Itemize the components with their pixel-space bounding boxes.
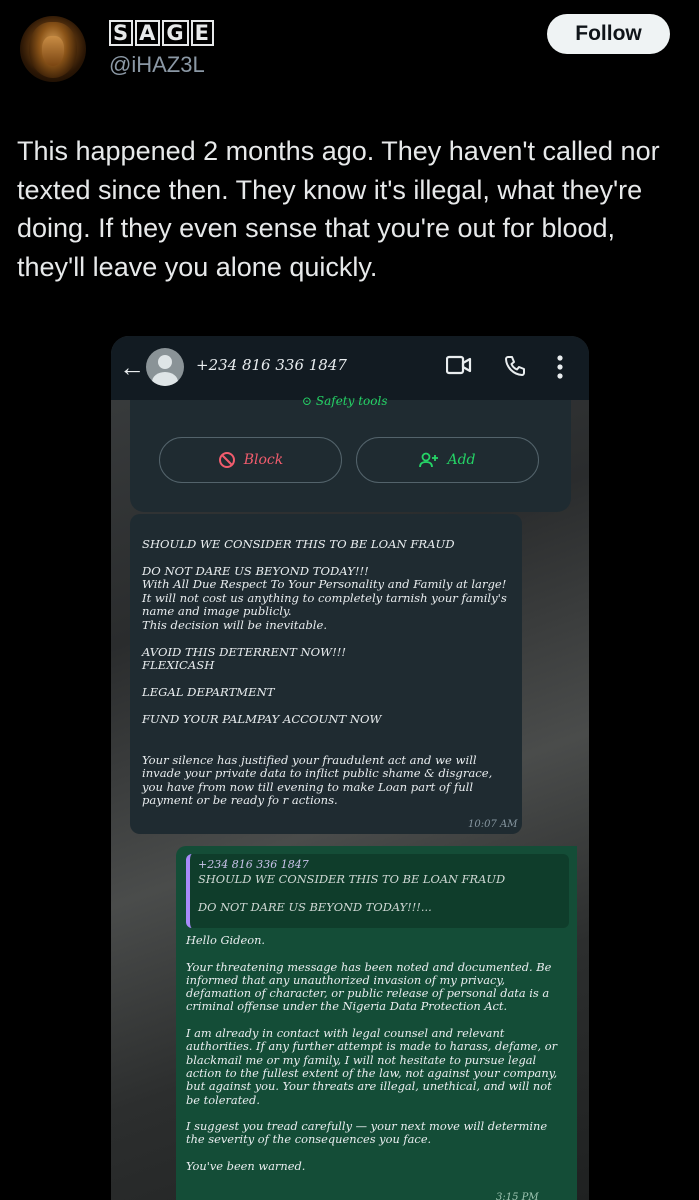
phone-icon[interactable] [503,354,527,378]
avatar-head [158,355,172,369]
outgoing-message-time: 3:15 PM [496,1192,539,1200]
quoted-line: DO NOT DARE US BEYOND TODAY!!!... [198,899,432,914]
quoted-message[interactable]: +234 816 336 1847 SHOULD WE CONSIDER THI… [186,854,569,928]
incoming-message-time: 10:07 AM [468,819,518,830]
display-name[interactable]: SAGE [109,20,216,46]
video-call-icon[interactable] [446,354,472,376]
chat-header: ← +234 816 336 1847 [111,336,589,400]
display-name-letter: A [135,20,161,46]
lion-face [42,36,64,66]
incoming-message-text: SHOULD WE CONSIDER THIS TO BE LOAN FRAUD… [142,536,507,807]
quoted-line: SHOULD WE CONSIDER THIS TO BE LOAN FRAUD [198,872,506,887]
outgoing-message-text: Hello Gideon. Your threatening message h… [186,933,558,1174]
safety-tools-label: Safety tools [315,394,388,408]
contact-info-card: ⊙ Safety tools Block Add [130,394,571,512]
attached-screenshot[interactable]: ← +234 816 336 1847 ⊙ Safety tools Block [111,336,589,1200]
avatar[interactable] [20,16,86,82]
contact-avatar[interactable] [146,348,184,386]
outgoing-message-bubble[interactable]: +234 816 336 1847 SHOULD WE CONSIDER THI… [176,846,577,1200]
block-button[interactable]: Block [159,437,342,483]
incoming-message-bubble[interactable]: SHOULD WE CONSIDER THIS TO BE LOAN FRAUD… [130,514,522,834]
tweet-header: SAGE @iHAZ3L Follow [0,0,699,100]
add-contact-button[interactable]: Add [356,437,539,483]
follow-button[interactable]: Follow [547,14,670,54]
more-options-icon[interactable] [556,354,564,380]
quoted-sender: +234 816 336 1847 [198,858,309,871]
display-name-letter: S [109,20,134,46]
block-icon [218,452,235,468]
add-label: Add [447,452,476,468]
tweet-text: This happened 2 months ago. They haven't… [17,136,660,282]
safety-tools-link[interactable]: ⊙ Safety tools [302,394,387,408]
user-handle[interactable]: @iHAZ3L [109,52,205,78]
avatar-body [152,372,178,386]
display-name-letter: E [190,20,214,46]
contact-number[interactable]: +234 816 336 1847 [196,356,347,374]
display-name-letter: G [162,20,189,46]
block-label: Block [243,452,284,468]
back-arrow-icon[interactable]: ← [119,352,145,383]
add-person-icon [419,452,439,468]
